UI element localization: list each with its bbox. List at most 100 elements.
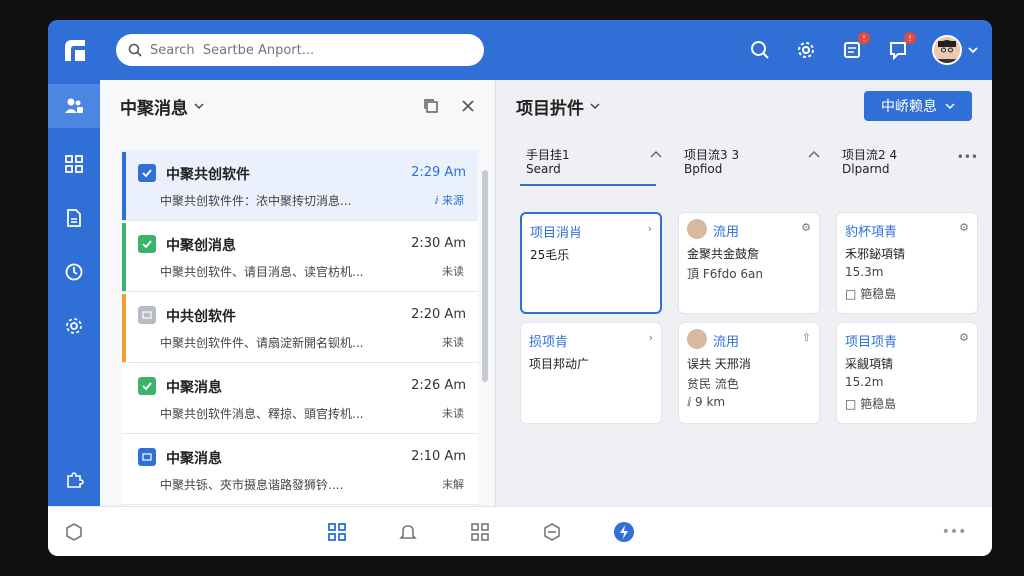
avatar [932, 35, 962, 65]
message-time: 2:10 Am [411, 449, 466, 464]
bell-icon[interactable] [396, 520, 420, 544]
settings-icon[interactable]: ⚙ [959, 221, 969, 234]
chevron-up-icon[interactable] [808, 150, 820, 158]
column-header[interactable]: 项目流3 3 Bpfiod [674, 144, 824, 186]
checkbox[interactable] [138, 235, 156, 253]
card-line: 禾邪鉍項锖 [845, 245, 905, 262]
sidebar-item-history[interactable] [48, 250, 100, 294]
search-input[interactable] [150, 43, 450, 58]
project-card[interactable]: 项目项青 ⚙ 采觎項锖 15.2m □ 筢稳島 [836, 322, 978, 424]
notification-badge: ! [858, 32, 870, 44]
message-tag: 未读 [442, 405, 464, 421]
sidebar-item-documents[interactable] [48, 196, 100, 240]
card-title: 流用 [713, 221, 739, 240]
status-bar [122, 152, 126, 220]
list-item[interactable]: 中聚消息 2:26 Am 中聚共创软件消息、釋掠、頭官抟机... 未读 [122, 363, 478, 434]
project-card[interactable]: 损项肯 › 项目邦动广 [520, 322, 662, 424]
message-list: 中聚共创软件 2:29 Am 中聚共创软件件：浓中聚抟切消息... ⅈ 来源 中… [122, 150, 478, 510]
card-line: 贫民 流色 [687, 375, 739, 392]
close-icon[interactable] [461, 99, 475, 113]
column-title: 手目挂1 [526, 146, 570, 163]
gear-icon[interactable] [794, 38, 818, 62]
more-icon[interactable]: ••• [942, 520, 966, 544]
search-icon[interactable] [748, 38, 772, 62]
card-line: 頂𫕷 F6fdo 6an [687, 265, 763, 282]
settings-icon[interactable]: ⚙ [959, 331, 969, 344]
message-preview: 中聚共创软件消息、釋掠、頭官抟机... [160, 405, 400, 422]
sidebar-item-contacts[interactable] [48, 84, 100, 128]
column-underline [520, 184, 656, 186]
message-time: 2:29 Am [411, 165, 466, 180]
checkbox[interactable] [138, 164, 156, 182]
message-preview: 中聚共创软件件：浓中聚抟切消息... [160, 192, 400, 209]
message-icon[interactable]: ! [886, 38, 910, 62]
sidebar [48, 80, 100, 506]
bottom-bar: ••• [48, 506, 992, 556]
status-bar [122, 223, 126, 291]
sidebar-item-plugins[interactable] [48, 458, 100, 502]
app-logo[interactable] [62, 37, 88, 63]
scrollbar[interactable] [482, 170, 488, 382]
card-line: 25毛乐 [530, 246, 569, 263]
lightning-icon[interactable] [612, 520, 636, 544]
card-title: 项目消肖 [530, 222, 582, 241]
clock-icon [64, 262, 84, 282]
list-item[interactable]: 中聚共创软件 2:29 Am 中聚共创软件件：浓中聚抟切消息... ⅈ 来源 [122, 150, 478, 221]
search-bar[interactable] [116, 34, 484, 66]
checkbox[interactable] [138, 377, 156, 395]
apps-icon[interactable] [468, 520, 492, 544]
inbox-icon[interactable] [540, 520, 564, 544]
project-panel-title[interactable]: 项目扸件 [516, 94, 600, 119]
status-bar [122, 294, 126, 362]
card-line: 项目邦动广 [529, 355, 589, 372]
checkbox[interactable] [138, 306, 156, 324]
message-tag: 末解 [442, 476, 464, 492]
project-panel: 项目扸件 中峤赖息 手目挂1 Seard 项目流3 3 Bpfiod 项目流2 … [496, 80, 992, 506]
hexagon-icon[interactable] [62, 520, 86, 544]
share-icon[interactable]: ⇧ [802, 331, 811, 344]
list-item[interactable]: 中聚创消息 2:30 Am 中聚共创软件、请目消息、读官枋机... 未读 [122, 221, 478, 292]
chevron-down-icon [968, 45, 978, 55]
message-preview: 中聚共铄、夾市摄息谐路發狮钤.... [160, 476, 400, 493]
more-icon[interactable]: ••• [957, 150, 978, 164]
column-header[interactable]: 手目挂1 Seard [516, 144, 666, 186]
chevron-right-icon: › [648, 222, 652, 235]
grid-icon [64, 154, 84, 174]
card-line: 15.2m [845, 375, 883, 389]
avatar [687, 329, 707, 349]
gear-icon [64, 316, 84, 336]
message-preview: 中聚共创软件、请目消息、读官枋机... [160, 263, 400, 280]
card-line: 15.3m [845, 265, 883, 279]
message-title: 中共创软件 [166, 306, 236, 326]
card-line: □ 筢稳島 [845, 285, 896, 302]
copy-icon[interactable] [423, 98, 439, 114]
project-action-button[interactable]: 中峤赖息 [864, 91, 972, 121]
tasks-icon[interactable]: ! [840, 38, 864, 62]
notification-badge: ! [904, 32, 916, 44]
card-title: 流用 [713, 331, 739, 350]
grid-icon[interactable] [325, 520, 349, 544]
checkbox[interactable] [138, 448, 156, 466]
message-panel-title[interactable]: 中聚消息 [120, 94, 204, 119]
chevron-up-icon[interactable] [650, 150, 662, 158]
settings-icon[interactable]: ⚙ [801, 221, 811, 234]
user-menu[interactable] [932, 35, 978, 65]
project-card[interactable]: 项目消肖 › 25毛乐 [520, 212, 662, 314]
column-title: 项目流2 4 [842, 146, 897, 163]
chevron-down-icon [194, 101, 204, 111]
list-item[interactable]: 中聚消息 2:10 Am 中聚共铄、夾市摄息谐路發狮钤.... 末解 [122, 434, 478, 505]
message-title: 中聚创消息 [166, 235, 236, 255]
card-line: □ 筢稳島 [845, 395, 896, 412]
column-header[interactable]: 项目流2 4 Dlparnd ••• [832, 144, 982, 186]
sidebar-item-dashboard[interactable] [48, 142, 100, 186]
project-card[interactable]: 流用 ⇧ 误共 天邢消 贫民 流色 ⅈ 9 km [678, 322, 820, 424]
search-icon [128, 43, 142, 57]
project-card[interactable]: 流用 ⚙ 金聚共金鼓詹 頂𫕷 F6fdo 6an [678, 212, 820, 314]
chevron-right-icon: › [649, 331, 653, 344]
sidebar-item-settings[interactable] [48, 304, 100, 348]
document-icon [64, 208, 84, 228]
column-subtitle: Bpfiod [684, 162, 722, 176]
project-card[interactable]: 豹杯項青 ⚙ 禾邪鉍項锖 15.3m □ 筢稳島 [836, 212, 978, 314]
list-item[interactable]: 中共创软件 2:20 Am 中聚共创软件件、请扇淀新開名钡机... 来读 [122, 292, 478, 363]
avatar [687, 219, 707, 239]
